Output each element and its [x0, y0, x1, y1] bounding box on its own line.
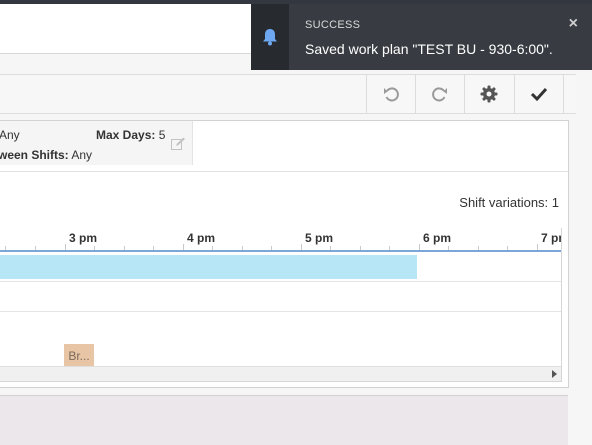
- horizontal-scrollbar[interactable]: [0, 366, 561, 381]
- minor-tick: [389, 246, 390, 250]
- toast-icon-box: [251, 4, 289, 70]
- checkmark-icon: [530, 87, 548, 102]
- schedule-grid: 3 pm 4 pm 5 pm 6 pm 7 pm Br...: [0, 228, 562, 382]
- break-block[interactable]: Br...: [64, 344, 94, 368]
- close-icon[interactable]: ×: [569, 16, 578, 32]
- hour-label-3pm: 3 pm: [69, 231, 98, 245]
- major-tick: [65, 244, 66, 250]
- gear-icon: [480, 85, 498, 103]
- shift-bar[interactable]: [0, 255, 417, 279]
- minor-tick: [360, 246, 361, 250]
- major-tick: [301, 244, 302, 250]
- minor-tick: [124, 246, 125, 250]
- shift-variations-count: Shift variations: 1: [459, 195, 559, 210]
- toast-message: Saved work plan "TEST BU - 930-6:00".: [305, 41, 553, 57]
- minor-tick: [212, 246, 213, 250]
- redo-button[interactable]: [415, 75, 464, 113]
- max-days-rule: Max Days: 5: [96, 128, 165, 142]
- settings-button[interactable]: [464, 75, 513, 113]
- minor-tick: [35, 246, 36, 250]
- section-divider: [0, 171, 568, 172]
- between-shifts-label: ween Shifts:: [0, 148, 69, 162]
- edit-icon[interactable]: [171, 137, 186, 150]
- bell-icon: [263, 29, 277, 46]
- toolbar: [0, 74, 576, 114]
- bottom-section: [0, 395, 568, 445]
- minor-tick: [448, 246, 449, 250]
- minor-tick: [153, 246, 154, 250]
- schedule-row: [0, 282, 561, 312]
- work-plan-panel: Any Max Days: 5 ween Shifts: Any Shift v…: [0, 120, 569, 388]
- schedule-row: [0, 252, 561, 282]
- success-toast: SUCCESS Saved work plan "TEST BU - 930-6…: [251, 4, 592, 70]
- minor-tick: [330, 246, 331, 250]
- hour-label-4pm: 4 pm: [187, 231, 216, 245]
- undo-icon: [384, 87, 399, 102]
- minor-tick: [242, 246, 243, 250]
- between-shifts-rule: ween Shifts: Any: [0, 148, 92, 162]
- minor-tick: [94, 246, 95, 250]
- max-days-value: 5: [158, 128, 166, 142]
- minor-tick: [271, 246, 272, 250]
- hour-label-7pm: 7 pm: [541, 231, 561, 245]
- hour-label-6pm: 6 pm: [423, 231, 452, 245]
- minor-tick: [478, 246, 479, 250]
- apply-button[interactable]: [514, 75, 564, 113]
- minor-tick: [5, 246, 6, 250]
- rules-summary: Any Max Days: 5 ween Shifts: Any: [0, 121, 193, 165]
- rule-value-any: Any: [0, 128, 20, 142]
- toast-title: SUCCESS: [305, 19, 361, 31]
- redo-icon: [432, 87, 447, 102]
- major-tick: [537, 244, 538, 250]
- between-shifts-value: Any: [71, 148, 93, 162]
- major-tick: [183, 244, 184, 250]
- hour-label-5pm: 5 pm: [305, 231, 334, 245]
- max-days-label: Max Days:: [96, 128, 156, 142]
- schedule-row: [0, 312, 561, 342]
- timeline-header: 3 pm 4 pm 5 pm 6 pm 7 pm: [0, 228, 561, 252]
- major-tick: [419, 244, 420, 250]
- minor-tick: [507, 246, 508, 250]
- scroll-right-arrow-icon[interactable]: [552, 370, 557, 378]
- undo-button[interactable]: [366, 75, 415, 113]
